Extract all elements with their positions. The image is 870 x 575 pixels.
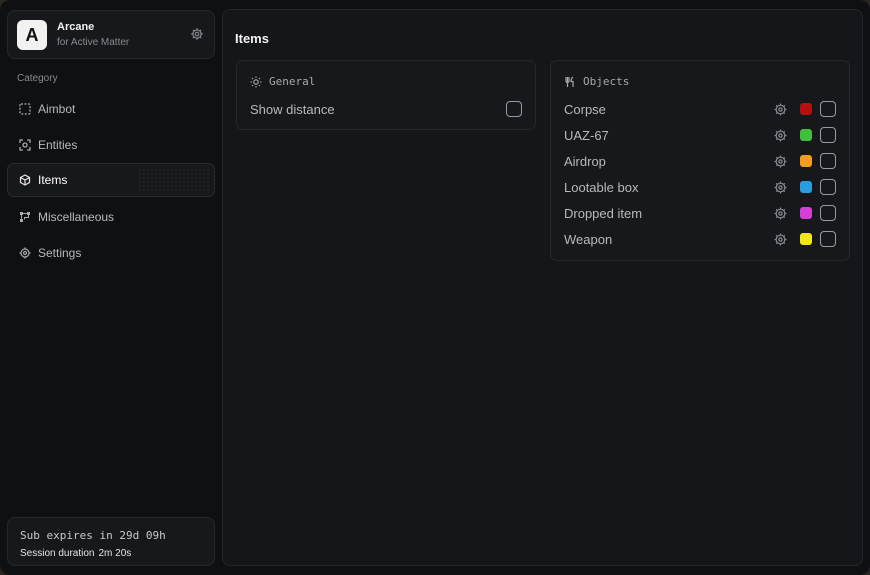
category-label: Category xyxy=(17,73,58,84)
general-card-header: General xyxy=(250,75,315,88)
objects-card-title: Objects xyxy=(583,75,630,88)
main-panel: Items General Show distance Objects Corp… xyxy=(222,9,863,566)
sidebar-item-settings[interactable]: Settings xyxy=(7,236,215,270)
gear-icon[interactable] xyxy=(774,181,787,194)
color-swatch[interactable] xyxy=(800,181,812,193)
gear-icon[interactable] xyxy=(774,207,787,220)
app-window: A Arcane for Active Matter Category Aimb… xyxy=(0,0,870,575)
session-duration-value: 2m 20s xyxy=(98,548,132,559)
objects-card: Objects Corpse UAZ-67 Airdrop Lootable b… xyxy=(550,60,850,261)
setting-row-show-distance: Show distance xyxy=(250,99,522,119)
gear-icon[interactable] xyxy=(190,27,204,41)
sidebar-item-miscellaneous[interactable]: Miscellaneous xyxy=(7,200,215,234)
brand-title: Arcane xyxy=(57,21,95,33)
objects-card-header: Objects xyxy=(564,75,629,88)
page-title: Items xyxy=(235,31,269,46)
object-row-uaz-67: UAZ-67 xyxy=(564,125,836,145)
dropped-item-checkbox[interactable] xyxy=(820,205,836,221)
session-duration-label: Session duration xyxy=(20,548,95,559)
workflow-icon xyxy=(19,211,31,223)
general-card-title: General xyxy=(269,75,316,88)
subscription-expires: Sub expires in 29d 09h xyxy=(20,529,166,542)
gear-icon[interactable] xyxy=(774,233,787,246)
object-label: Dropped item xyxy=(564,205,643,221)
sidebar-item-aimbot[interactable]: Aimbot xyxy=(7,92,215,126)
sidebar: A Arcane for Active Matter Category Aimb… xyxy=(0,0,222,575)
sidebar-item-label: Settings xyxy=(38,246,82,260)
object-label: Lootable box xyxy=(564,179,639,195)
color-swatch[interactable] xyxy=(800,233,812,245)
utensils-icon xyxy=(564,76,576,88)
sidebar-item-label: Items xyxy=(38,173,68,187)
sidebar-item-items[interactable]: Items xyxy=(7,163,215,197)
color-swatch[interactable] xyxy=(800,129,812,141)
setting-label: Show distance xyxy=(250,101,335,117)
airdrop-checkbox[interactable] xyxy=(820,153,836,169)
color-swatch[interactable] xyxy=(800,103,812,115)
crosshair-frame-icon xyxy=(19,103,31,115)
object-label: Weapon xyxy=(564,231,613,247)
corpse-checkbox[interactable] xyxy=(820,101,836,117)
gear-icon[interactable] xyxy=(774,129,787,142)
gear-icon[interactable] xyxy=(774,155,787,168)
gear-icon xyxy=(19,247,31,259)
object-label: UAZ-67 xyxy=(564,127,609,143)
box-icon xyxy=(19,174,31,186)
object-row-lootable-box: Lootable box xyxy=(564,177,836,197)
sidebar-item-label: Miscellaneous xyxy=(38,210,115,224)
sidebar-item-label: Entities xyxy=(38,138,78,152)
uaz-67-checkbox[interactable] xyxy=(820,127,836,143)
object-label: Corpse xyxy=(564,101,606,117)
weapon-checkbox[interactable] xyxy=(820,231,836,247)
lootable-box-checkbox[interactable] xyxy=(820,179,836,195)
object-row-dropped-item: Dropped item xyxy=(564,203,836,223)
object-row-weapon: Weapon xyxy=(564,229,836,249)
brand-logo: A xyxy=(17,20,47,50)
settings-sun-icon xyxy=(250,76,262,88)
subscription-box: Sub expires in 29d 09h Session duration 2… xyxy=(7,517,215,566)
color-swatch[interactable] xyxy=(800,155,812,167)
session-duration: Session duration 2m 20s xyxy=(20,548,131,559)
sidebar-item-label: Aimbot xyxy=(38,102,76,116)
object-label: Airdrop xyxy=(564,153,606,169)
color-swatch[interactable] xyxy=(800,207,812,219)
object-row-corpse: Corpse xyxy=(564,99,836,119)
gear-icon[interactable] xyxy=(774,103,787,116)
object-row-airdrop: Airdrop xyxy=(564,151,836,171)
show-distance-checkbox[interactable] xyxy=(506,101,522,117)
brand-card: A Arcane for Active Matter xyxy=(7,10,215,59)
general-card: General Show distance xyxy=(236,60,536,130)
brand-subtitle: for Active Matter xyxy=(57,37,130,48)
scan-target-icon xyxy=(19,139,31,151)
sidebar-item-entities[interactable]: Entities xyxy=(7,128,215,162)
